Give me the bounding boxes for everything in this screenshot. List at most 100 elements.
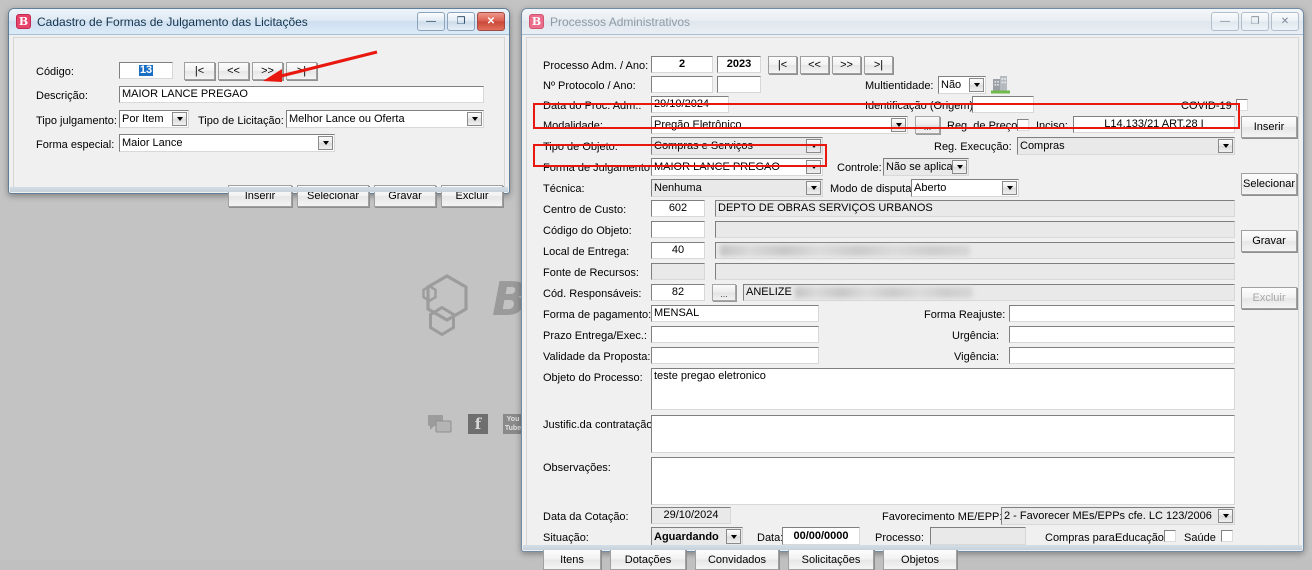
justific-contratacao-textarea[interactable]	[651, 415, 1235, 453]
label-codigo: Código:	[36, 66, 74, 78]
nav-first-button[interactable]: |<	[768, 56, 797, 74]
forma-especial-select[interactable]: Maior Lance	[119, 134, 335, 152]
tipo-licitacao-select[interactable]: Melhor Lance ou Oferta	[286, 110, 484, 128]
chevron-down-icon[interactable]	[806, 160, 821, 174]
inciso-input[interactable]: L14.133/21 ART.28 I	[1073, 116, 1235, 133]
nav-first-button[interactable]: |<	[184, 62, 215, 80]
processo-input[interactable]: 2	[651, 56, 713, 73]
minimize-button[interactable]: —	[417, 12, 445, 31]
urgencia-input[interactable]	[1009, 326, 1235, 343]
identificacao-origem-input[interactable]	[972, 96, 1034, 113]
covid19-checkbox[interactable]	[1236, 99, 1248, 111]
chevron-down-icon[interactable]	[952, 160, 967, 174]
fonte-recursos-desc-input[interactable]	[715, 263, 1235, 280]
validade-proposta-input[interactable]	[651, 347, 819, 364]
forma-julgamento-select[interactable]: MAIOR LANCE PREGAO	[651, 158, 823, 176]
nav-last-button[interactable]: >|	[864, 56, 893, 74]
cod-responsaveis-lookup-button[interactable]: ...	[712, 284, 736, 301]
modo-disputa-select[interactable]: Aberto	[911, 179, 1019, 197]
close-button[interactable]: ✕	[477, 12, 505, 31]
label-forma-pagamento: Forma de pagamento:	[543, 309, 652, 321]
close-button[interactable]: ✕	[1271, 12, 1299, 31]
protocolo-ano-input[interactable]	[717, 76, 761, 93]
tecnica-select[interactable]: Nenhuma	[651, 179, 823, 197]
nav-last-label: >|	[873, 59, 884, 71]
label-forma-especial: Forma especial:	[36, 139, 115, 151]
maximize-button[interactable]: ❐	[447, 12, 475, 31]
modalidade-lookup-button[interactable]: ...	[915, 116, 940, 134]
tipo-objeto-select[interactable]: Compras e Serviços	[651, 137, 823, 155]
ano-input[interactable]: 2023	[717, 56, 761, 73]
chevron-down-icon[interactable]	[726, 529, 741, 544]
observacoes-textarea[interactable]	[651, 457, 1235, 505]
excluir-button[interactable]: Excluir	[1241, 287, 1297, 309]
chevron-down-icon[interactable]	[318, 136, 333, 150]
label-prazo-entrega: Prazo Entrega/Exec.:	[543, 330, 647, 342]
nav-next-button[interactable]: >>	[832, 56, 861, 74]
chevron-down-icon[interactable]	[806, 139, 821, 153]
educacao-checkbox[interactable]	[1164, 530, 1176, 542]
vigencia-input[interactable]	[1009, 347, 1235, 364]
favorecimento-select[interactable]: 2 - Favorecer MEs/EPPs cfe. LC 123/2006	[1001, 507, 1235, 525]
label-forma-julgamento: Forma de Julgamento:	[543, 162, 654, 174]
chevron-down-icon[interactable]	[1218, 139, 1233, 153]
chevron-down-icon[interactable]	[891, 118, 906, 132]
chevron-down-icon[interactable]	[969, 78, 984, 92]
forma-pagamento-input[interactable]: MENSAL	[651, 305, 819, 322]
tipo-julgamento-select[interactable]: Por Item	[119, 110, 189, 128]
window2-titlebar[interactable]: B Processos Administrativos — ❐ ✕	[522, 9, 1303, 35]
prazo-entrega-input[interactable]	[651, 326, 819, 343]
window1-titlebar[interactable]: B Cadastro de Formas de Julgamento das L…	[9, 9, 509, 35]
situacao-select[interactable]: Aguardando	[651, 527, 743, 546]
label-local-entrega: Local de Entrega:	[543, 246, 630, 258]
minimize-button[interactable]: —	[1211, 12, 1239, 31]
centro-custo-code-input[interactable]: 602	[651, 200, 705, 217]
data-input[interactable]: 00/00/0000	[782, 527, 860, 545]
nav-prev-button[interactable]: <<	[218, 62, 249, 80]
window-processos-administrativos[interactable]: B Processos Administrativos — ❐ ✕ Proces…	[521, 8, 1304, 570]
building-icon[interactable]	[991, 75, 1010, 97]
window-cadastro-formas-julgamento[interactable]: B Cadastro de Formas de Julgamento das L…	[8, 8, 510, 207]
codigo-objeto-desc-input[interactable]	[715, 221, 1235, 238]
data-cotacao-input[interactable]: 29/10/2024	[651, 507, 731, 524]
forma-especial-value: Maior Lance	[122, 137, 183, 149]
chevron-down-icon[interactable]	[1002, 181, 1017, 195]
cod-responsaveis-code-input[interactable]: 82	[651, 284, 705, 301]
chevron-down-icon[interactable]	[806, 181, 821, 195]
controle-value: Não se aplica	[886, 161, 953, 173]
saude-checkbox[interactable]	[1221, 530, 1233, 542]
data-proc-adm-input[interactable]: 29/10/2024	[651, 96, 729, 113]
modalidade-select[interactable]: Pregão Eletrônico	[651, 116, 908, 134]
local-entrega-code-input[interactable]: 40	[651, 242, 705, 259]
gravar-button[interactable]: Gravar	[1241, 230, 1297, 252]
reg-execucao-select[interactable]: Compras	[1017, 137, 1235, 155]
nav-last-button[interactable]: >|	[286, 62, 317, 80]
fonte-recursos-code-input[interactable]	[651, 263, 705, 280]
label-validade-proposta: Validade da Proposta:	[543, 351, 651, 363]
reg-preco-checkbox[interactable]	[1017, 119, 1029, 131]
processo-situacao-input[interactable]	[930, 527, 1026, 545]
inserir-button[interactable]: Inserir	[1241, 116, 1297, 138]
nav-prev-button[interactable]: <<	[800, 56, 829, 74]
objeto-processo-textarea[interactable]: teste pregao eletronico	[651, 368, 1235, 410]
maximize-button[interactable]: ❐	[1241, 12, 1269, 31]
chevron-down-icon[interactable]	[1218, 509, 1233, 523]
window1-window-controls[interactable]: — ❐ ✕	[417, 12, 505, 31]
chevron-down-icon[interactable]	[172, 112, 187, 126]
controle-select[interactable]: Não se aplica	[883, 158, 969, 176]
nav-next-button[interactable]: >>	[252, 62, 283, 80]
codigo-input[interactable]: 13	[119, 62, 173, 79]
label-processo-situacao: Processo:	[875, 532, 924, 544]
forma-reajuste-input[interactable]	[1009, 305, 1235, 322]
selecionar-button[interactable]: Selecionar	[1241, 173, 1297, 195]
multientidade-value: Não	[941, 79, 962, 91]
codigo-objeto-code-input[interactable]	[651, 221, 705, 238]
window2-window-controls[interactable]: — ❐ ✕	[1211, 12, 1299, 31]
label-tipo-objeto: Tipo de Objeto:	[543, 141, 618, 153]
chevron-down-icon[interactable]	[467, 112, 482, 126]
multientidade-select[interactable]: Não	[938, 76, 986, 94]
centro-custo-desc-input[interactable]: DEPTO DE OBRAS SERVIÇOS URBANOS	[715, 200, 1235, 217]
descricao-input[interactable]: MAIOR LANCE PREGAO	[119, 86, 484, 103]
window1-title: Cadastro de Formas de Julgamento das Lic…	[37, 14, 308, 29]
protocolo-input[interactable]	[651, 76, 713, 93]
